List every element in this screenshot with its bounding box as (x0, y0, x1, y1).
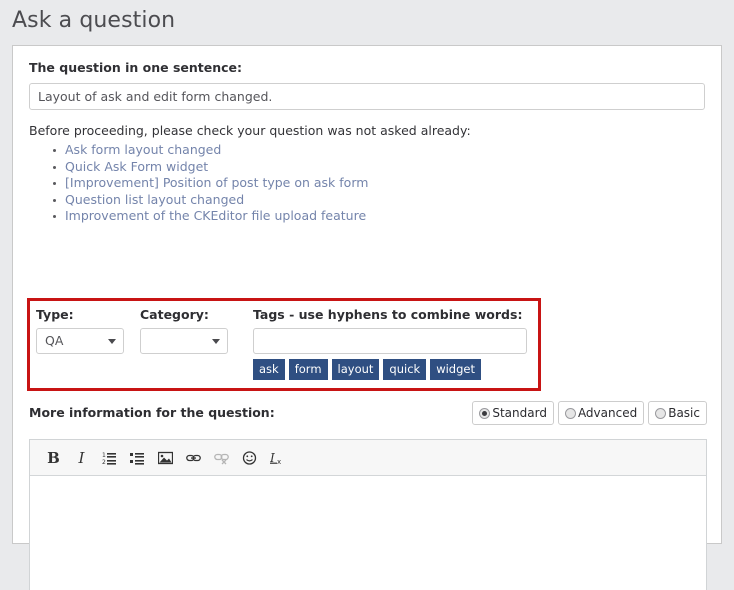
category-field-group: Category: (140, 307, 253, 380)
editor-mode-radio-group: Standard Advanced Basic (472, 401, 707, 425)
type-select[interactable]: QA (36, 328, 124, 354)
page-title: Ask a question (0, 0, 734, 33)
tag-pill[interactable]: quick (383, 359, 426, 380)
italic-icon[interactable]: I (69, 447, 94, 469)
rich-text-editor: B I 1 2 (29, 439, 707, 590)
smiley-icon[interactable] (237, 447, 262, 469)
question-input[interactable] (29, 83, 705, 110)
type-field-group: Type: QA (36, 307, 140, 380)
related-question-link[interactable]: Question list layout changed (65, 192, 244, 207)
type-selected-value: QA (45, 333, 63, 348)
chevron-down-icon (212, 339, 220, 344)
svg-text:2: 2 (102, 459, 106, 465)
type-label: Type: (36, 307, 140, 322)
ask-question-form-panel: The question in one sentence: Before pro… (12, 45, 722, 544)
related-question-link[interactable]: Ask form layout changed (65, 142, 221, 157)
editor-toolbar: B I 1 2 (30, 440, 706, 476)
bold-icon[interactable]: B (41, 447, 66, 469)
image-icon[interactable] (153, 447, 178, 469)
tag-pill[interactable]: widget (430, 359, 481, 380)
list-item: Quick Ask Form widget (65, 159, 705, 176)
tags-field-group: Tags - use hyphens to combine words: ask… (253, 307, 531, 380)
editor-mode-standard[interactable]: Standard (472, 401, 554, 425)
duplicate-check-text: Before proceeding, please check your que… (29, 123, 705, 138)
question-field-label: The question in one sentence: (29, 60, 705, 75)
link-icon[interactable] (181, 447, 206, 469)
tag-pill-list: ask form layout quick widget (253, 359, 531, 380)
list-item: Improvement of the CKEditor file upload … (65, 208, 705, 225)
editor-mode-basic[interactable]: Basic (648, 401, 707, 425)
related-questions-list: Ask form layout changed Quick Ask Form w… (29, 142, 705, 225)
more-information-row: More information for the question: Stand… (29, 401, 707, 427)
editor-mode-label: Standard (492, 406, 547, 420)
list-item: Ask form layout changed (65, 142, 705, 159)
tags-label: Tags - use hyphens to combine words: (253, 307, 531, 322)
related-question-link[interactable]: Improvement of the CKEditor file upload … (65, 208, 366, 223)
editor-mode-advanced[interactable]: Advanced (558, 401, 644, 425)
meta-highlight-box: Type: QA Category: Tags - use hyphens to… (27, 298, 541, 391)
more-information-label: More information for the question: (29, 405, 275, 420)
tag-pill[interactable]: ask (253, 359, 285, 380)
numbered-list-icon[interactable]: 1 2 (97, 447, 122, 469)
radio-icon[interactable] (565, 408, 576, 419)
svg-text:x: x (277, 458, 281, 465)
tag-pill[interactable]: form (289, 359, 328, 380)
category-label: Category: (140, 307, 253, 322)
bulleted-list-icon[interactable] (125, 447, 150, 469)
svg-text:1: 1 (102, 452, 106, 459)
tag-pill[interactable]: layout (332, 359, 380, 380)
editor-mode-label: Advanced (578, 406, 637, 420)
chevron-down-icon (108, 339, 116, 344)
list-item: [Improvement] Position of post type on a… (65, 175, 705, 192)
remove-format-icon[interactable]: I x (265, 447, 290, 469)
unlink-icon[interactable] (209, 447, 234, 469)
tags-input[interactable] (253, 328, 527, 354)
editor-content-area[interactable] (30, 476, 706, 590)
radio-icon[interactable] (479, 408, 490, 419)
editor-mode-label: Basic (668, 406, 700, 420)
radio-icon[interactable] (655, 408, 666, 419)
related-question-link[interactable]: Quick Ask Form widget (65, 159, 208, 174)
related-question-link[interactable]: [Improvement] Position of post type on a… (65, 175, 368, 190)
category-select[interactable] (140, 328, 228, 354)
list-item: Question list layout changed (65, 192, 705, 209)
